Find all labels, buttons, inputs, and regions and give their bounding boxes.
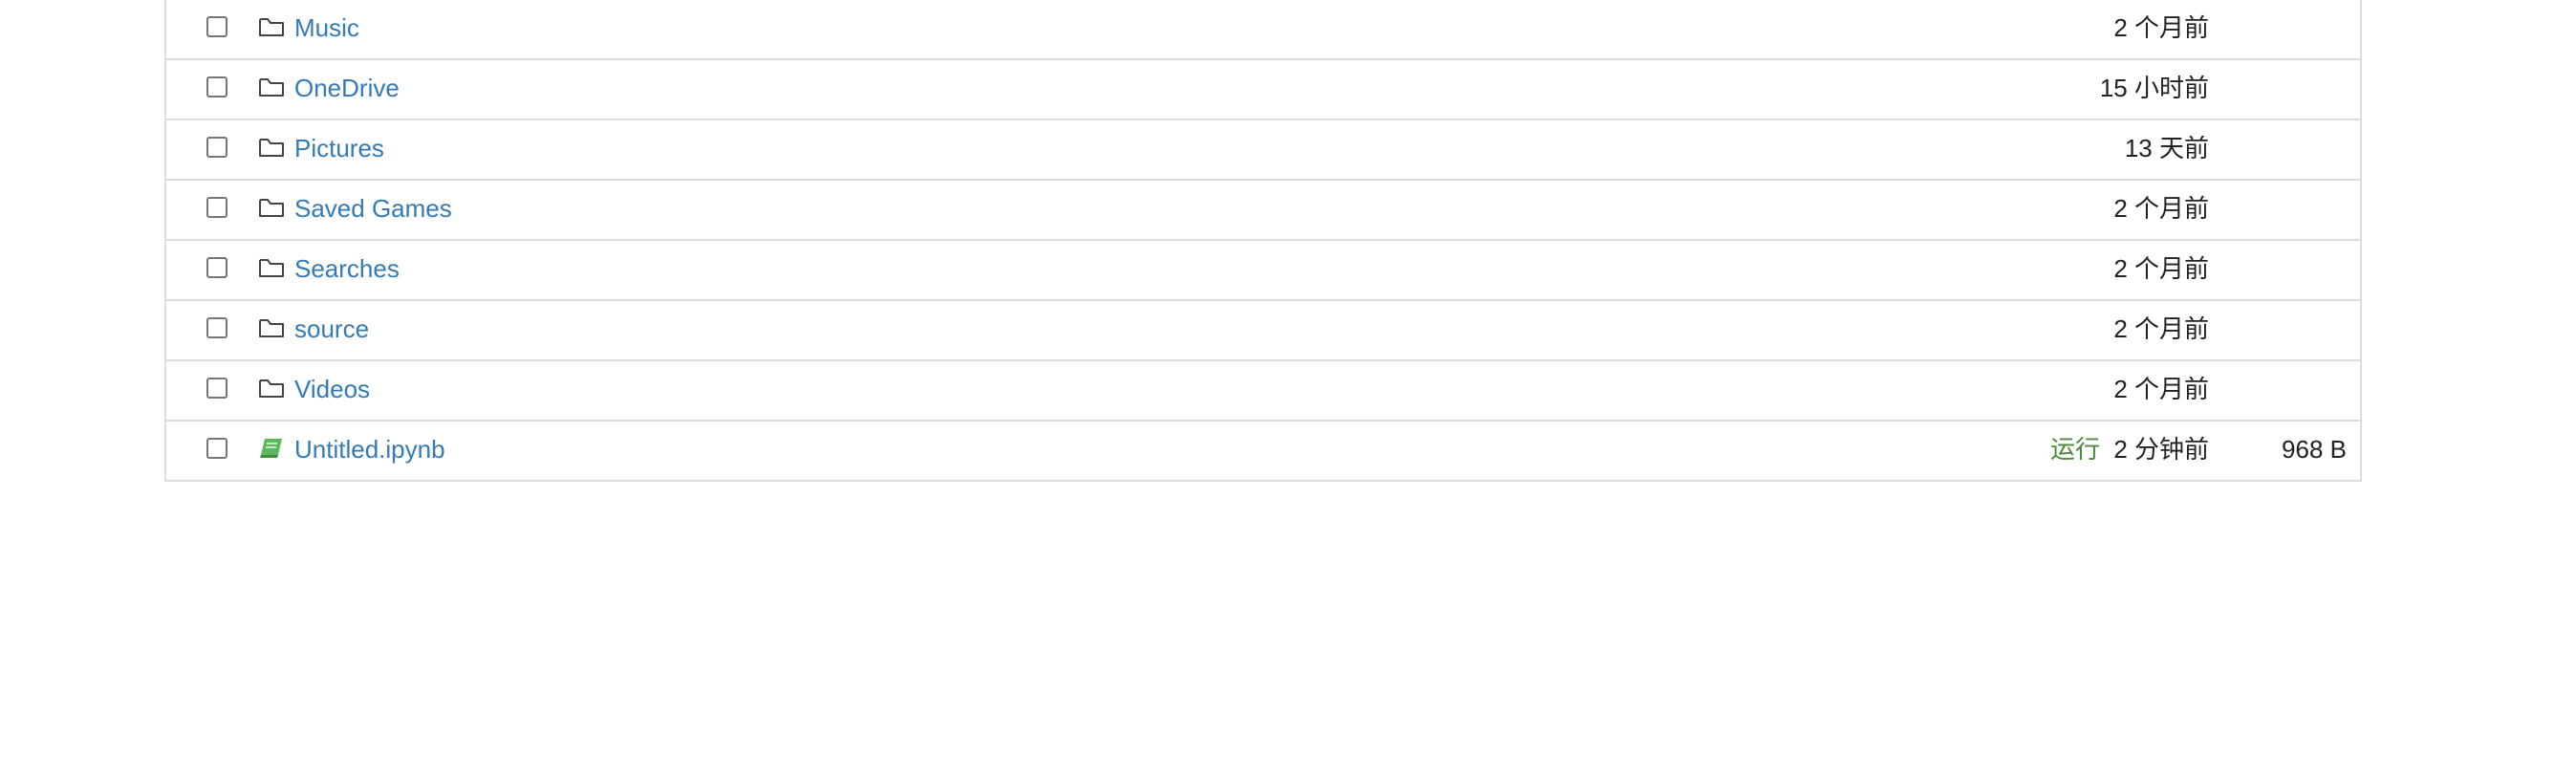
last-modified: 2 个月前	[2113, 254, 2209, 283]
row-checkbox[interactable]	[206, 317, 227, 338]
file-name-link[interactable]: OneDrive	[294, 73, 400, 103]
notebook-icon	[258, 437, 285, 460]
file-name-link[interactable]: Untitled.ipynb	[294, 434, 445, 465]
file-name-link[interactable]: Pictures	[294, 133, 384, 163]
row-checkbox[interactable]	[206, 76, 227, 97]
row-checkbox[interactable]	[206, 197, 227, 218]
file-size: 968 B	[2282, 435, 2347, 464]
folder-icon	[258, 15, 285, 38]
file-row-untitled-ipynb[interactable]: Untitled.ipynb 运行 2 分钟前 968 B	[166, 420, 2360, 480]
row-checkbox[interactable]	[206, 137, 227, 158]
folder-icon	[258, 136, 285, 159]
file-row-music[interactable]: Music 2 个月前	[166, 0, 2360, 58]
last-modified: 13 天前	[2124, 134, 2209, 162]
row-checkbox[interactable]	[206, 257, 227, 278]
last-modified: 2 分钟前	[2113, 435, 2209, 464]
file-name-link[interactable]: Music	[294, 12, 359, 43]
file-list: Music 2 个月前 OneDrive 15 小时前 Pictures 13 …	[164, 0, 2362, 482]
file-row-searches[interactable]: Searches 2 个月前	[166, 239, 2360, 299]
file-name-link[interactable]: Searches	[294, 253, 400, 284]
folder-icon	[258, 196, 285, 219]
file-name-link[interactable]: Videos	[294, 374, 370, 404]
file-row-source[interactable]: source 2 个月前	[166, 299, 2360, 359]
folder-icon	[258, 76, 285, 98]
last-modified: 2 个月前	[2113, 13, 2209, 42]
last-modified: 2 个月前	[2113, 194, 2209, 223]
row-checkbox[interactable]	[206, 16, 227, 37]
file-row-pictures[interactable]: Pictures 13 天前	[166, 119, 2360, 179]
last-modified: 2 个月前	[2113, 314, 2209, 343]
file-name-link[interactable]: Saved Games	[294, 193, 452, 224]
file-row-videos[interactable]: Videos 2 个月前	[166, 359, 2360, 420]
file-row-saved-games[interactable]: Saved Games 2 个月前	[166, 179, 2360, 239]
last-modified: 2 个月前	[2113, 375, 2209, 403]
folder-icon	[258, 377, 285, 400]
row-checkbox[interactable]	[206, 378, 227, 399]
file-name-link[interactable]: source	[294, 314, 369, 344]
last-modified: 15 小时前	[2099, 74, 2209, 102]
file-row-onedrive[interactable]: OneDrive 15 小时前	[166, 58, 2360, 119]
running-status: 运行	[2049, 435, 2100, 464]
row-checkbox[interactable]	[206, 438, 227, 459]
folder-icon	[258, 316, 285, 339]
folder-icon	[258, 256, 285, 279]
